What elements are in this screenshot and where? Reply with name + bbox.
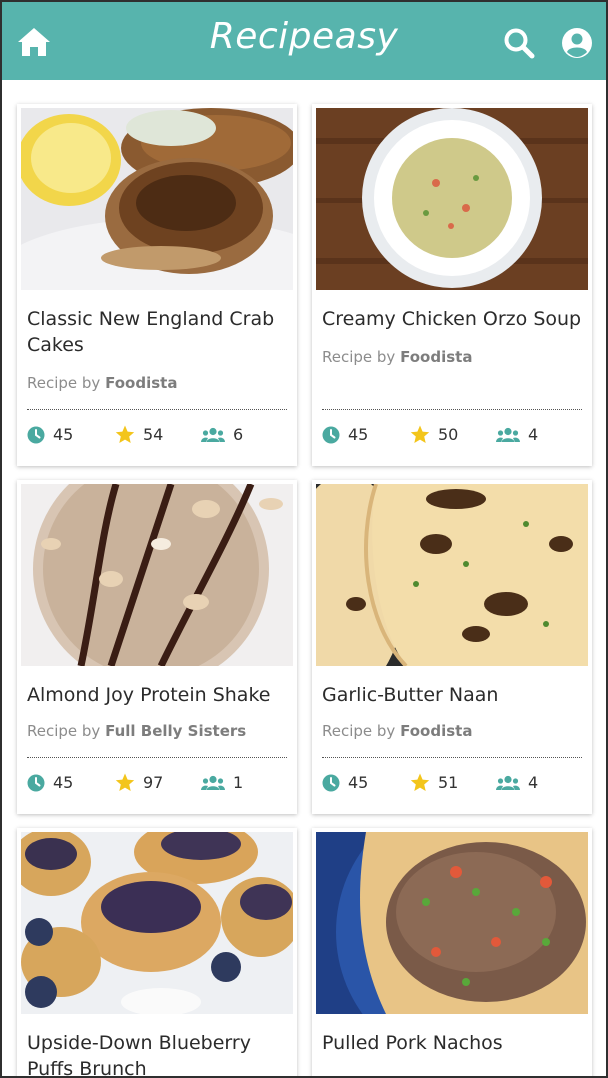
recipe-by-prefix: Recipe by <box>27 722 101 740</box>
time-value: 45 <box>348 773 369 792</box>
recipe-card[interactable]: Classic New England Crab Cakes Recipe by… <box>17 104 297 466</box>
time-value: 45 <box>53 425 74 444</box>
star-icon <box>410 425 430 443</box>
app-header: Recipeasy <box>2 2 606 80</box>
recipe-by-prefix: Recipe by <box>27 374 101 392</box>
clock-icon <box>322 426 340 443</box>
rating-value: 50 <box>438 425 459 444</box>
recipe-image-blueberry-puffs[interactable] <box>21 832 293 1014</box>
users-icon <box>201 775 225 790</box>
divider <box>322 409 582 410</box>
recipe-title[interactable]: Classic New England Crab Cakes <box>27 306 289 358</box>
star-icon <box>115 773 135 791</box>
recipe-attribution: Recipe by Foodista <box>27 374 289 392</box>
divider <box>27 409 287 410</box>
recipe-stats: 45 51 4 <box>322 773 582 795</box>
star-icon <box>115 425 135 443</box>
recipe-by-prefix: Recipe by <box>322 348 396 366</box>
recipe-image-naan[interactable] <box>316 484 588 666</box>
recipe-image-protein-shake[interactable] <box>21 484 293 666</box>
clock-icon <box>27 426 45 443</box>
servings-value: 4 <box>528 773 539 792</box>
time-stat: 45 <box>27 773 73 792</box>
servings-stat: 4 <box>496 773 538 792</box>
recipe-title[interactable]: Pulled Pork Nachos <box>322 1030 584 1056</box>
recipe-card[interactable]: Almond Joy Protein Shake Recipe by Full … <box>17 480 297 814</box>
rating-value: 97 <box>143 773 164 792</box>
servings-value: 4 <box>528 425 539 444</box>
rating-stat: 50 <box>410 425 458 444</box>
star-icon <box>410 773 430 791</box>
servings-value: 6 <box>233 425 244 444</box>
recipe-title[interactable]: Almond Joy Protein Shake <box>27 682 289 708</box>
recipe-image-pulled-pork-nachos[interactable] <box>316 832 588 1014</box>
recipe-image-orzo-soup[interactable] <box>316 108 588 290</box>
time-stat: 45 <box>322 425 368 444</box>
users-icon <box>496 775 520 790</box>
recipe-card[interactable]: Upside-Down Blueberry Puffs Brunch <box>17 828 297 1076</box>
users-icon <box>201 427 225 442</box>
recipe-by-prefix: Recipe by <box>322 722 396 740</box>
recipe-stats: 45 97 1 <box>27 773 287 795</box>
recipe-card[interactable]: Pulled Pork Nachos <box>312 828 592 1076</box>
recipe-card[interactable]: Creamy Chicken Orzo Soup Recipe by Foodi… <box>312 104 592 466</box>
recipe-title[interactable]: Garlic-Butter Naan <box>322 682 584 708</box>
recipe-source[interactable]: Foodista <box>400 348 472 366</box>
recipe-title[interactable]: Creamy Chicken Orzo Soup <box>322 306 584 332</box>
time-stat: 45 <box>27 425 73 444</box>
app-frame: Recipeasy Classic New England Crab Cakes… <box>0 0 608 1078</box>
recipe-stats: 45 50 4 <box>322 425 582 447</box>
rating-value: 51 <box>438 773 459 792</box>
recipe-attribution: Recipe by Full Belly Sisters <box>27 722 289 740</box>
recipe-card[interactable]: Garlic-Butter Naan Recipe by Foodista 45… <box>312 480 592 814</box>
divider <box>322 757 582 758</box>
servings-stat: 4 <box>496 425 538 444</box>
users-icon <box>496 427 520 442</box>
clock-icon <box>322 774 340 791</box>
recipe-image-crab-cakes[interactable] <box>21 108 293 290</box>
servings-value: 1 <box>233 773 244 792</box>
divider <box>27 757 287 758</box>
time-value: 45 <box>53 773 74 792</box>
servings-stat: 6 <box>201 425 243 444</box>
recipe-source[interactable]: Full Belly Sisters <box>105 722 246 740</box>
rating-stat: 54 <box>115 425 163 444</box>
recipe-attribution: Recipe by Foodista <box>322 722 584 740</box>
recipe-source[interactable]: Foodista <box>105 374 177 392</box>
rating-stat: 97 <box>115 773 163 792</box>
time-value: 45 <box>348 425 369 444</box>
rating-value: 54 <box>143 425 164 444</box>
recipe-stats: 45 54 6 <box>27 425 287 447</box>
time-stat: 45 <box>322 773 368 792</box>
rating-stat: 51 <box>410 773 458 792</box>
recipe-attribution: Recipe by Foodista <box>322 348 584 366</box>
recipe-source[interactable]: Foodista <box>400 722 472 740</box>
clock-icon <box>27 774 45 791</box>
search-icon[interactable] <box>502 26 536 60</box>
servings-stat: 1 <box>201 773 243 792</box>
user-icon[interactable] <box>560 26 594 60</box>
recipe-title[interactable]: Upside-Down Blueberry Puffs Brunch <box>27 1030 289 1076</box>
